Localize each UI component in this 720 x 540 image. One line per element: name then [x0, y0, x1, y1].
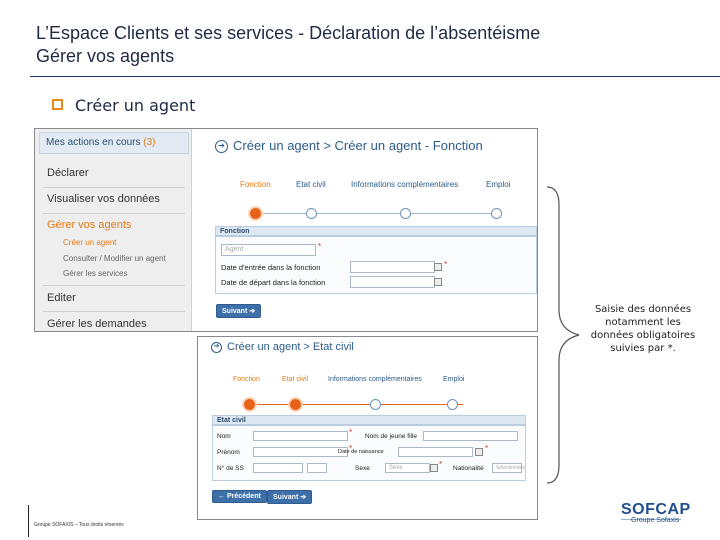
step-node-fonction — [250, 208, 261, 219]
calendar-icon[interactable] — [434, 278, 442, 286]
label-nom: Nom — [217, 433, 231, 440]
page-heading: ➔ Créer un agent > Créer un agent - Fonct… — [215, 138, 483, 154]
bullet-square-icon — [52, 99, 63, 110]
sidebar-divider — [43, 311, 185, 312]
step-node-emploi — [491, 208, 502, 219]
actions-count: (3) — [143, 137, 156, 148]
slide-title-line1: L’Espace Clients et ses services - Décla… — [36, 23, 541, 43]
num-ss-input[interactable] — [253, 463, 303, 473]
annotation-note: Saisie des données notamment les données… — [590, 304, 696, 354]
date-naissance-input[interactable] — [398, 447, 473, 457]
arrow-left-icon: ← — [218, 493, 225, 500]
actions-label: Mes actions en cours — [46, 137, 141, 148]
step-node-informations — [370, 399, 381, 410]
required-marker: * — [485, 444, 489, 453]
label-nationalite: Nationalité — [453, 465, 484, 472]
slide-title-line2: Gérer vos agents — [36, 46, 175, 66]
sidebar-item-gerer-agents[interactable]: Gérer vos agents — [47, 219, 131, 231]
step-node-emploi — [447, 399, 458, 410]
step-label-emploi: Emploi — [443, 376, 465, 383]
step-node-etat-civil — [306, 208, 317, 219]
label-num-ss: N° de SS — [217, 465, 244, 472]
suivant-label: Suivant — [222, 308, 248, 315]
chevron-down-icon[interactable] — [430, 464, 438, 472]
sidebar-divider — [43, 213, 185, 214]
label-nom-jeune-fille: Nom de jeune fille — [365, 433, 418, 440]
step-label-emploi: Emploi — [486, 180, 511, 189]
sidebar-subitem-gerer-services[interactable]: Gérer les services — [63, 269, 127, 278]
sidebar-subitem-creer-agent[interactable]: Créer un agent — [63, 238, 116, 247]
nom-input[interactable] — [253, 431, 348, 441]
page-heading-text: Créer un agent > Créer un agent - Foncti… — [233, 138, 483, 153]
precedent-label: Précédent — [226, 493, 261, 500]
screenshot-fonction: Mes actions en cours (3) Déclarer Visual… — [34, 128, 538, 332]
arrow-right-icon: ➔ — [300, 494, 307, 501]
suivant-button[interactable]: Suivant ➔ — [216, 304, 262, 318]
step-label-etat-civil: Etat civil — [296, 180, 326, 189]
fieldset-fonction-header: Fonction — [215, 226, 537, 236]
step-label-informations: Informations complémentaires — [328, 376, 422, 383]
nationalite-select[interactable]: Sélectionnez — [492, 463, 525, 473]
sidebar-item-gerer-demandes[interactable]: Gérer les demandes — [47, 318, 147, 330]
sofcap-logo-subtitle: Groupe Sofaxis — [631, 517, 680, 524]
prenom-input[interactable] — [253, 447, 348, 457]
suivant-button[interactable]: Suivant ➔ — [267, 490, 313, 504]
precedent-button[interactable]: ← Précédent — [212, 490, 267, 503]
sidebar-item-visualiser[interactable]: Visualiser vos données — [47, 193, 160, 205]
step-label-fonction: Fonction — [233, 376, 260, 383]
step-track — [253, 404, 463, 405]
label-date-naissance: Date de naissance — [338, 449, 384, 455]
step-node-fonction — [244, 399, 255, 410]
screenshot-etat-civil: ➔ Créer un agent > Etat civil Fonction Et… — [197, 336, 538, 520]
date-entree-input[interactable] — [350, 261, 435, 273]
label-prenom: Prénom — [217, 449, 240, 456]
label-date-entree: Date d'entrée dans la fonction — [221, 263, 321, 272]
sidebar-item-editer[interactable]: Editer — [47, 292, 76, 304]
arrow-right-circle-icon: ➔ — [211, 341, 222, 353]
required-marker: * — [318, 242, 322, 251]
fonction-select[interactable]: Agent — [221, 244, 316, 256]
required-marker: * — [349, 428, 353, 437]
bullet-text: Créer un agent — [75, 96, 196, 115]
footer-divider — [28, 505, 29, 537]
date-depart-input[interactable] — [350, 276, 435, 288]
sidebar: Mes actions en cours (3) Déclarer Visual… — [35, 129, 192, 331]
calendar-icon[interactable] — [475, 448, 483, 456]
label-date-depart: Date de départ dans la fonction — [221, 278, 326, 287]
sidebar-item-declarer[interactable]: Déclarer — [47, 167, 89, 179]
step-node-informations — [400, 208, 411, 219]
step-label-etat-civil: Etat civil — [282, 376, 309, 383]
step-label-fonction: Fonction — [240, 180, 271, 189]
suivant-label: Suivant — [273, 494, 299, 501]
sidebar-divider — [43, 285, 185, 286]
step-node-etat-civil — [290, 399, 301, 410]
footer-copyright: Groupe SOFAXIS – Tous droits réservés — [34, 522, 124, 528]
step-label-informations: Informations complémentaires — [351, 180, 459, 189]
required-marker: * — [444, 260, 448, 269]
nom-jeune-fille-input[interactable] — [423, 431, 518, 441]
slide-title: L’Espace Clients et ses services - Décla… — [36, 22, 540, 68]
sidebar-divider — [43, 187, 185, 188]
title-divider — [30, 76, 720, 77]
sidebar-actions-en-cours[interactable]: Mes actions en cours (3) — [39, 132, 189, 154]
sidebar-subitem-consulter[interactable]: Consulter / Modifier un agent — [63, 254, 166, 263]
sexe-select[interactable]: Sexe — [385, 463, 430, 473]
step-track — [260, 213, 500, 214]
fieldset-etat-civil-header: Etat civil — [212, 415, 526, 425]
calendar-icon[interactable] — [434, 263, 442, 271]
page-heading: ➔ Créer un agent > Etat civil — [211, 341, 354, 353]
arrow-right-icon: ➔ — [249, 308, 256, 315]
page-heading-text: Créer un agent > Etat civil — [227, 341, 354, 353]
num-ss-key-input[interactable] — [307, 463, 327, 473]
arrow-right-circle-icon: ➔ — [215, 140, 228, 154]
curly-brace-icon — [546, 186, 580, 484]
required-marker: * — [439, 460, 443, 469]
label-sexe: Sexe — [355, 465, 370, 472]
